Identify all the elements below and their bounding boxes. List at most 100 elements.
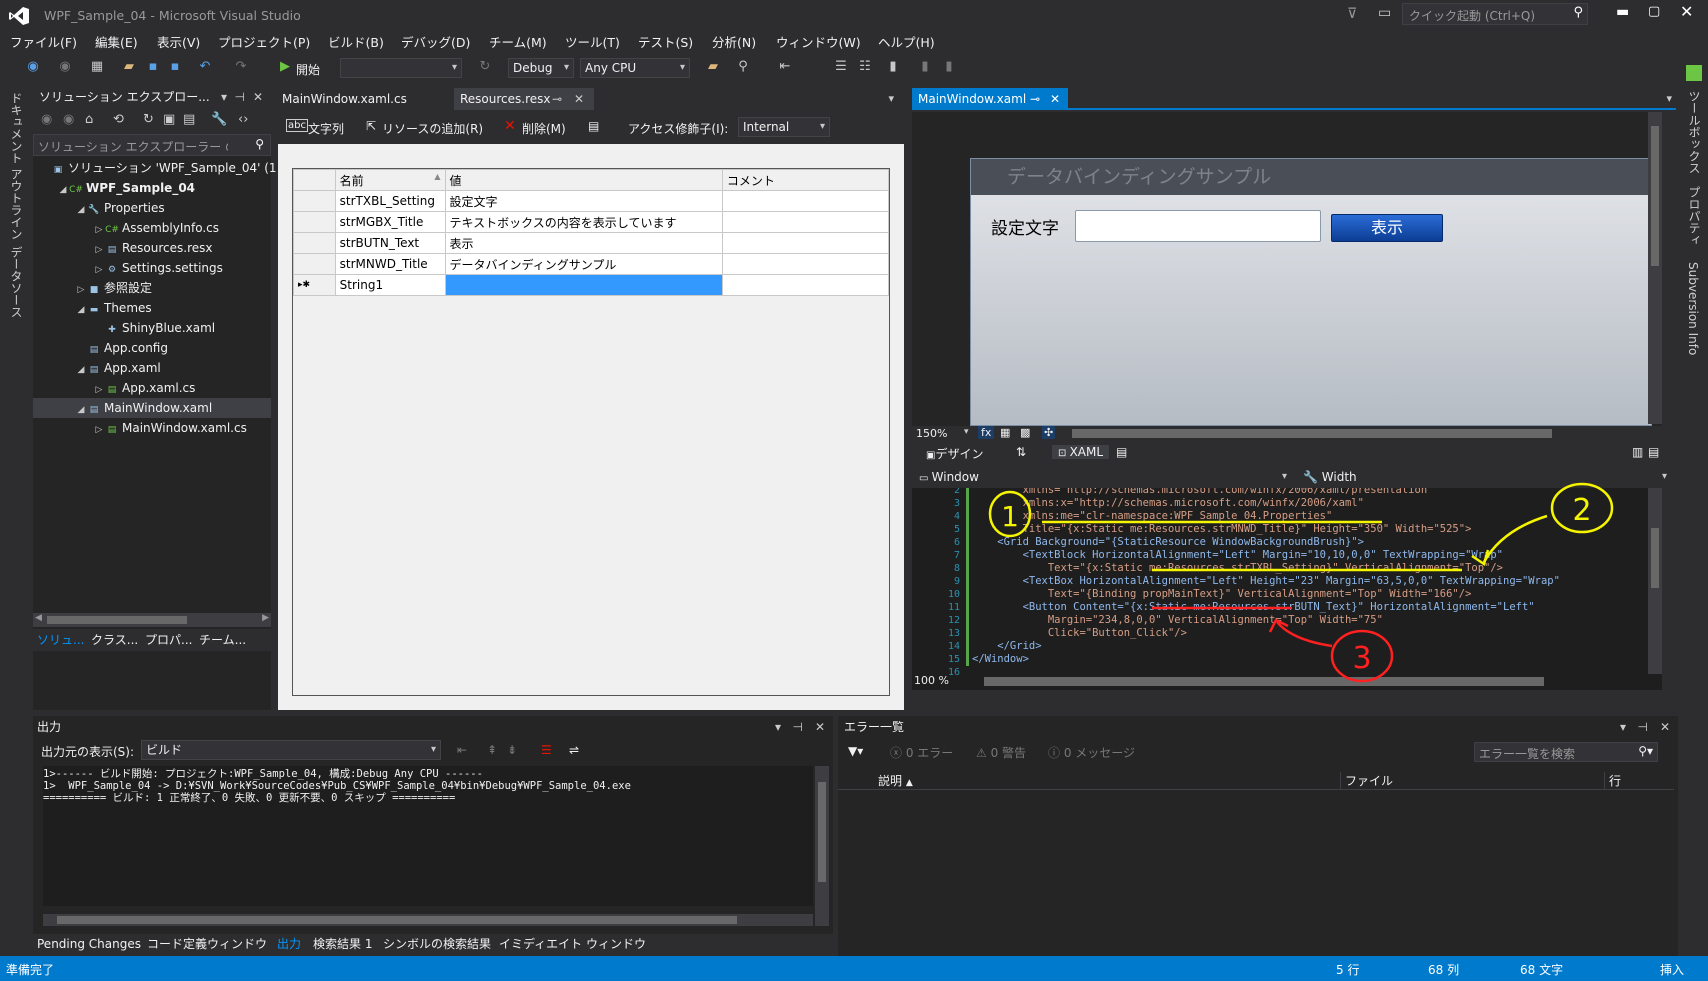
menu-test[interactable]: テスト(S) <box>638 34 693 52</box>
start-button[interactable]: 開始 <box>296 61 320 78</box>
dropdown-icon[interactable]: ▾ <box>221 86 227 108</box>
tab-class[interactable]: クラス... <box>91 630 138 650</box>
new-project-icon[interactable]: ▦ <box>88 58 106 76</box>
popout-icon[interactable]: ▤ <box>1116 445 1127 459</box>
expanded-icon[interactable]: ◢ <box>57 180 69 200</box>
tree-item[interactable]: ▷ ▤ MainWindow.xaml.cs <box>33 418 271 438</box>
design-hscrollbar[interactable] <box>1072 429 1552 438</box>
tree-item[interactable]: ▣ ソリューション 'WPF_Sample_04' (1 <box>33 158 277 178</box>
expanded-icon[interactable]: ◢ <box>75 300 87 320</box>
goto-icon[interactable]: ⇤ <box>457 743 467 757</box>
tab-immediate-window[interactable]: イミディエイト ウィンドウ <box>499 934 646 954</box>
properties-tab[interactable]: プロパティ <box>1686 186 1703 246</box>
column-file[interactable]: ファイル <box>1340 772 1590 789</box>
comment-icon[interactable]: ☰ <box>832 58 850 76</box>
collapsed-icon[interactable]: ▷ <box>93 260 105 280</box>
menu-build[interactable]: ビルド(B) <box>328 34 384 52</box>
tree-item[interactable]: ▷ ▤ Resources.resx <box>33 238 271 258</box>
grid-icon[interactable]: ▦ <box>1000 426 1010 439</box>
tree-item[interactable]: ▷ ■ 参照設定 <box>33 278 271 298</box>
tree-item[interactable]: ◢ C# WPF_Sample_04 <box>33 178 271 198</box>
menu-team[interactable]: チーム(M) <box>489 34 547 52</box>
scroll-left-icon[interactable]: ◀ <box>35 613 42 623</box>
errors-filter[interactable]: ⓧ 0 エラー <box>890 744 953 761</box>
collapsed-icon[interactable]: ▷ <box>93 240 105 260</box>
row-header[interactable] <box>293 232 336 254</box>
scroll-right-icon[interactable]: ▶ <box>262 613 269 623</box>
sync-icon[interactable]: ⟲ <box>113 112 124 127</box>
feedback-icon[interactable]: ▭ <box>1378 5 1391 21</box>
pin-icon[interactable]: ⊸ <box>1030 88 1040 110</box>
column-line[interactable]: 行 <box>1604 772 1664 789</box>
design-button[interactable]: 表示 <box>1331 214 1443 242</box>
pin-icon[interactable]: ⊣ <box>793 716 803 738</box>
design-window-frame[interactable]: データバインディングサンプル 設定文字 表示 <box>970 158 1652 426</box>
cell-comment[interactable] <box>721 274 890 296</box>
collapsed-icon[interactable]: ▷ <box>93 380 105 400</box>
cell-name[interactable]: String1 <box>334 274 446 296</box>
tree-item[interactable]: ✚ ShinyBlue.xaml <box>33 318 271 338</box>
tab-symbol-results[interactable]: シンボルの検索結果 <box>383 934 491 954</box>
start-icon[interactable]: ▶ <box>276 58 294 76</box>
menu-project[interactable]: プロジェクト(P) <box>218 34 310 52</box>
next-message-icon[interactable]: ⇟ <box>507 743 517 757</box>
save-icon[interactable]: ▪ <box>144 58 162 76</box>
cell-value[interactable]: 表示 <box>444 232 723 254</box>
tab-mainwindow-xaml[interactable]: MainWindow.xaml ⊸ ✕ <box>912 88 1068 110</box>
error-search-box[interactable]: エラー一覧を検索 ⚲▾ <box>1474 742 1658 762</box>
forward-icon[interactable]: ◉ <box>63 112 74 127</box>
expanded-icon[interactable]: ◢ <box>75 400 87 420</box>
table-row[interactable]: strBUTN_Text 表示 <box>293 232 890 254</box>
swap-panes-icon[interactable]: ⇅ <box>1016 445 1026 459</box>
design-textbox[interactable] <box>1075 210 1321 242</box>
delete-button[interactable]: 削除(M) <box>522 120 566 137</box>
bookmark-icon[interactable]: ▮ <box>884 58 902 76</box>
menu-edit[interactable]: 編集(E) <box>95 34 138 52</box>
forward-icon[interactable]: ◉ <box>56 58 74 76</box>
cell-value[interactable] <box>444 274 723 296</box>
scroll-thumb[interactable] <box>1651 126 1659 266</box>
show-all-icon[interactable]: ▤ <box>183 112 195 127</box>
refresh-icon[interactable]: ↻ <box>143 112 154 127</box>
row-header[interactable] <box>293 253 336 275</box>
cell-name[interactable]: strTXBL_Setting <box>334 190 446 212</box>
messages-filter[interactable]: ⓘ 0 メッセージ <box>1048 744 1135 761</box>
tree-item[interactable]: ◢ 🔧 Properties <box>33 198 271 218</box>
data-sources-tab[interactable]: データソース <box>8 246 25 318</box>
filter-icon[interactable]: ⊽ <box>1347 6 1357 22</box>
bookmark-prev-icon[interactable]: ▮ <box>916 58 934 76</box>
menu-tools[interactable]: ツール(T) <box>565 34 620 52</box>
menu-analyze[interactable]: 分析(N) <box>712 34 756 52</box>
document-outline-tab[interactable]: ドキュメント アウトライン <box>8 92 25 240</box>
undo-icon[interactable]: ↶ <box>196 58 214 76</box>
table-row[interactable]: ▸✱ String1 <box>293 274 890 296</box>
column-comment[interactable]: コメント <box>721 169 890 191</box>
close-window-button[interactable]: ✕ <box>1680 2 1693 21</box>
save-all-icon[interactable]: ▪ <box>166 58 184 76</box>
expanded-icon[interactable]: ◢ <box>75 360 87 380</box>
design-tab[interactable]: ▣デザイン <box>926 445 983 462</box>
table-row[interactable]: strMGBX_Title テキストボックスの内容を表示しています <box>293 211 890 233</box>
output-source-dropdown[interactable]: ビルド <box>141 740 441 760</box>
close-icon[interactable]: ✕ <box>1660 716 1670 738</box>
output-hscrollbar[interactable] <box>43 914 813 926</box>
refresh-icon[interactable]: ↻ <box>476 58 494 76</box>
tab-pending-changes[interactable]: Pending Changes <box>37 934 141 954</box>
find-icon[interactable]: ⚲ <box>734 58 752 76</box>
cell-value[interactable]: テキストボックスの内容を表示しています <box>444 211 723 233</box>
view-icon[interactable]: ▤ <box>588 119 599 133</box>
menu-debug[interactable]: デバッグ(D) <box>401 34 470 52</box>
maximize-button[interactable]: ▢ <box>1648 4 1660 19</box>
close-tab-icon[interactable]: ✕ <box>1050 88 1060 110</box>
menu-file[interactable]: ファイル(F) <box>10 34 77 52</box>
tree-item[interactable]: ◢ ▤ MainWindow.xaml <box>33 398 271 418</box>
tab-property[interactable]: プロパ... <box>145 630 192 650</box>
snap-lines-icon[interactable]: ✣ <box>1042 426 1056 439</box>
collapsed-icon[interactable]: ▷ <box>75 280 87 300</box>
bookmark-next-icon[interactable]: ▮ <box>940 58 958 76</box>
cell-value[interactable]: 設定文字 <box>444 190 723 212</box>
warnings-filter[interactable]: ⚠ 0 警告 <box>976 744 1026 761</box>
close-icon[interactable]: ✕ <box>815 716 825 738</box>
find-files-icon[interactable]: ▰ <box>704 58 722 76</box>
platform-dropdown[interactable]: Any CPU <box>580 58 690 78</box>
